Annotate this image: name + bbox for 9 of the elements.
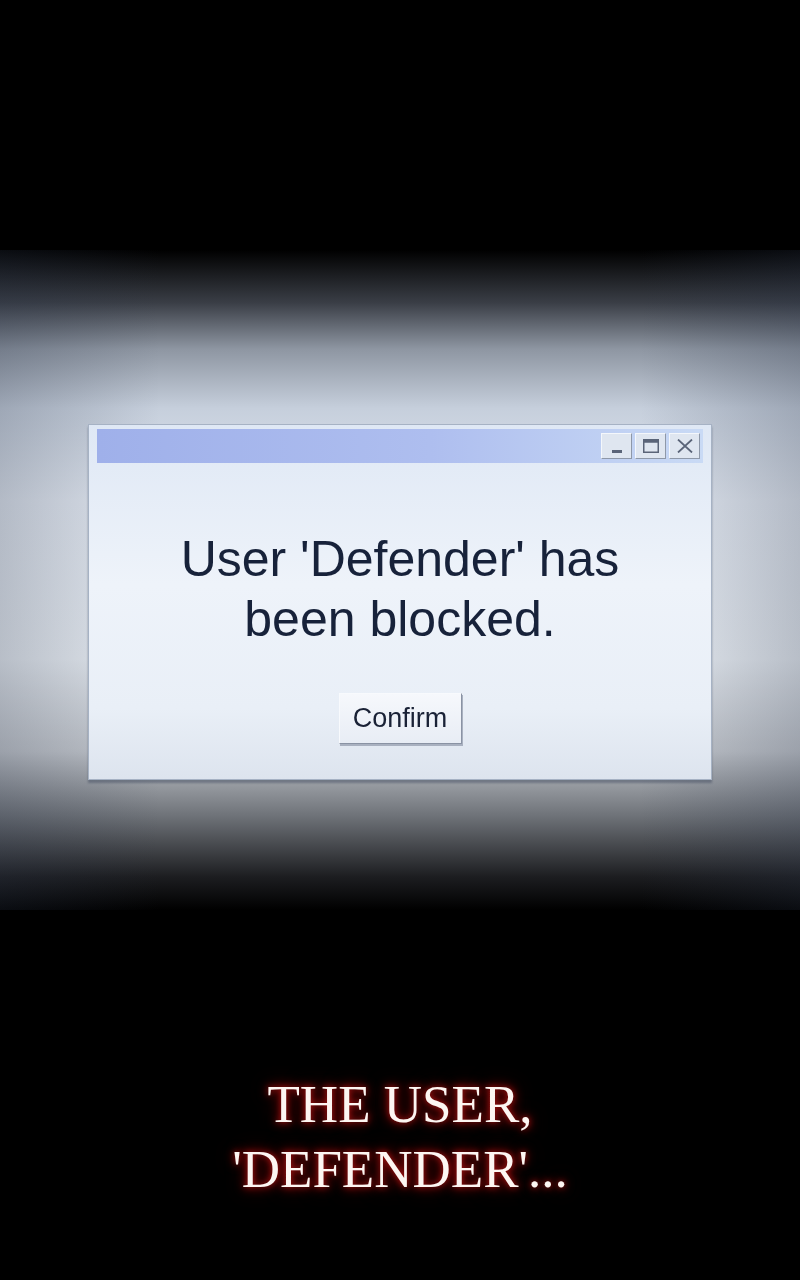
caption-text: THE USER, 'DEFENDER'... — [231, 1074, 569, 1200]
confirm-button[interactable]: Confirm — [338, 693, 462, 744]
minimize-icon — [611, 449, 622, 453]
close-button[interactable] — [669, 433, 700, 459]
close-icon — [676, 439, 693, 453]
maximize-button[interactable] — [635, 433, 666, 459]
minimize-button[interactable] — [601, 433, 632, 459]
maximize-icon — [642, 439, 659, 453]
dialog-message: User 'Defender' has been blocked. — [179, 530, 621, 649]
